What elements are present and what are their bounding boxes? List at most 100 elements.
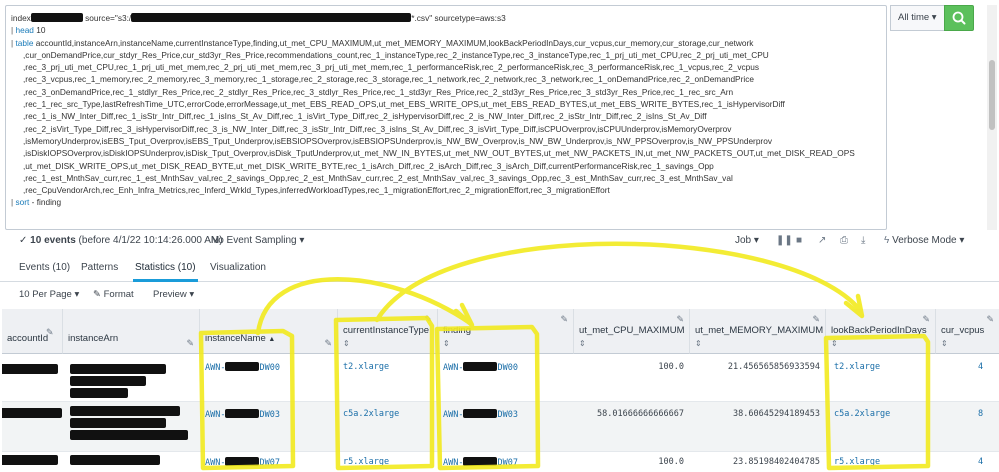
export-icon[interactable]: ⤓ [861, 235, 865, 246]
search-icon [952, 11, 966, 25]
results-tabs: Events (10) Patterns Statistics (10) Vis… [0, 256, 999, 282]
per-page-dropdown[interactable]: 10 Per Page ▾ [19, 289, 79, 300]
memory-max-cell[interactable]: 23.85198402404785 [690, 457, 820, 467]
search-line-table-cont: ,rec_1_est_MnthSav_curr,rec_1_est_MnthSa… [23, 172, 733, 183]
search-line-table-cont: ,rec_2_isVirt_Type_Diff,rec_3_isHypervis… [23, 123, 732, 134]
edit-column-icon[interactable]: ✎ [812, 314, 820, 325]
redaction [70, 388, 128, 398]
redaction [70, 455, 160, 465]
tab-visualization[interactable]: Visualization [210, 262, 266, 273]
vcpus-cell[interactable]: 4 [978, 457, 983, 467]
search-button[interactable] [944, 5, 974, 31]
vcpus-cell[interactable]: 8 [978, 409, 983, 419]
search-scrollbar[interactable] [987, 5, 997, 230]
sort-icon: ⇕ [443, 339, 450, 348]
cpu-max-cell[interactable]: 100.0 [574, 362, 684, 372]
column-header-accountId[interactable]: accountId ✎ [2, 309, 63, 354]
instance-type-cell[interactable]: r5.xlarge [343, 457, 389, 467]
instance-name-cell[interactable]: AWN- DW07 [205, 457, 280, 468]
table-row: AWN- DW07 r5.xlarge AWN- DW07 100.0 23.851… [2, 452, 999, 472]
instance-name-cell[interactable]: AWN- DW00 [205, 362, 280, 373]
event-sampling-dropdown[interactable]: No Event Sampling ▾ [211, 235, 304, 246]
lookback-cell[interactable]: t2.xlarge [834, 362, 880, 372]
sort-icon: ⇕ [579, 339, 586, 348]
column-header-lookBackPeriodInDays[interactable]: ✎ lookBackPeriodInDays ⇕ [826, 309, 936, 354]
redaction [70, 376, 146, 386]
search-query-editor[interactable]: index source="s3:/*.csv" sourcetype=aws:… [5, 5, 887, 230]
format-button[interactable]: ✎ Format [93, 289, 134, 300]
column-header-memory-max[interactable]: ✎ ut_met_MEMORY_MAXIMUM ⇕ [690, 309, 826, 354]
redaction [131, 13, 412, 22]
edit-column-icon[interactable]: ✎ [186, 338, 194, 349]
finding-cell[interactable]: AWN- DW07 [443, 457, 518, 468]
pencil-icon: ✎ [93, 289, 101, 300]
table-row: AWN- DW00 t2.xlarge AWN- DW00 100.0 21.456… [2, 354, 999, 402]
finding-cell[interactable]: AWN- DW03 [443, 409, 518, 420]
edit-column-icon[interactable]: ✎ [986, 314, 994, 325]
edit-column-icon[interactable]: ✎ [560, 314, 568, 325]
search-line-table-cont: ,rec_CpuVendorArch,rec_Enh_Infra_Metrics… [23, 185, 610, 196]
search-line-table-cont: ,isMemoryUnderprov,isEBS_Tput_Overprov,i… [23, 135, 772, 146]
redaction [70, 406, 180, 416]
search-line-head: | head 10 [11, 25, 46, 36]
search-line-sort: | sort - finding [11, 197, 62, 208]
cpu-max-cell[interactable]: 58.01666666666667 [574, 409, 684, 419]
verbose-icon: ϟ [884, 235, 890, 246]
time-range-picker[interactable]: All time ▾ [890, 5, 944, 31]
job-menu[interactable]: Job ▾ [735, 235, 759, 246]
search-line-table-cont: ,ut_met_DISK_WRITE_OPS,ut_met_DISK_READ_… [23, 160, 714, 171]
search-line-source: index source="s3:/*.csv" sourcetype=aws:… [11, 13, 506, 23]
instance-name-cell[interactable]: AWN- DW03 [205, 409, 280, 420]
vcpus-cell[interactable]: 4 [978, 362, 983, 372]
lookback-cell[interactable]: c5a.2xlarge [834, 409, 890, 419]
redaction [30, 13, 83, 22]
column-header-cur-vcpus[interactable]: ✎ cur_vcpus ⇕ [936, 309, 999, 354]
column-header-finding[interactable]: ✎ finding ⇕ [438, 309, 574, 354]
column-header-instanceArn[interactable]: instanceArn ✎ [63, 309, 200, 354]
preview-dropdown[interactable]: Preview ▾ [153, 289, 194, 300]
search-line-table-cont: ,rec_3_onDemandPrice,rec_1_stdlyr_Res_Pr… [23, 86, 734, 97]
sort-icon: ⇕ [695, 339, 702, 348]
sort-icon: ⇕ [831, 339, 838, 348]
redaction [70, 364, 166, 374]
verbose-mode-dropdown[interactable]: ϟ Verbose Mode ▾ [884, 235, 964, 246]
sort-icon: ⇕ [941, 339, 948, 348]
job-status-bar: ✓ 10 events (before 4/1/22 10:14:26.000 … [0, 232, 999, 252]
tab-patterns[interactable]: Patterns [81, 262, 118, 273]
instance-type-cell[interactable]: c5a.2xlarge [343, 409, 399, 419]
redaction [70, 418, 166, 428]
sort-ascending-icon: ▲ [268, 336, 276, 343]
edit-column-icon[interactable]: ✎ [324, 338, 332, 349]
search-line-table-cont: ,rec_1_is_NW_Inter_Diff,rec_1_isStr_Intr… [23, 111, 707, 122]
column-header-cpu-max[interactable]: ✎ ut_met_CPU_MAXIMUM ⇕ [574, 309, 690, 354]
finding-cell[interactable]: AWN- DW00 [443, 362, 518, 373]
share-icon[interactable]: ↗ [818, 235, 826, 246]
sort-icon: ⇕ [343, 339, 350, 348]
event-count: ✓ 10 events (before 4/1/22 10:14:26.000 … [19, 235, 223, 246]
results-table: accountId ✎ instanceArn ✎ instanceName ▲… [2, 309, 999, 472]
table-toolbar: 10 Per Page ▾ ✎ Format Preview ▾ [0, 286, 999, 304]
column-header-currentInstanceType[interactable]: ✎ currentInstanceType ⇕ [338, 309, 438, 354]
redaction [70, 430, 188, 440]
stop-icon[interactable]: ■ [796, 235, 802, 246]
redaction [2, 455, 58, 465]
edit-column-icon[interactable]: ✎ [922, 314, 930, 325]
scrollbar-thumb[interactable] [989, 60, 995, 130]
table-row: AWN- DW03 c5a.2xlarge AWN- DW03 58.0166666… [2, 402, 999, 452]
lookback-cell[interactable]: r5.xlarge [834, 457, 880, 467]
cpu-max-cell[interactable]: 100.0 [574, 457, 684, 467]
memory-max-cell[interactable]: 38.60645294189453 [690, 409, 820, 419]
edit-column-icon[interactable]: ✎ [676, 314, 684, 325]
tab-events[interactable]: Events (10) [19, 262, 70, 273]
edit-column-icon[interactable]: ✎ [424, 314, 432, 325]
column-header-instanceName[interactable]: instanceName ▲ ✎ [200, 309, 338, 354]
search-line-table-cont: ,rec_1_rec_src_Type,lastRefreshTime_UTC,… [23, 99, 785, 110]
search-line-table-cont: ,rec_3_vcpus,rec_1_memory,rec_2_memory,r… [23, 74, 754, 85]
tab-statistics[interactable]: Statistics (10) [133, 262, 198, 282]
memory-max-cell[interactable]: 21.456565856933594 [690, 362, 820, 372]
instance-type-cell[interactable]: t2.xlarge [343, 362, 389, 372]
pause-icon[interactable]: ❚❚ [776, 235, 793, 246]
edit-column-icon[interactable]: ✎ [46, 327, 54, 338]
redaction [2, 408, 62, 418]
print-icon[interactable]: ⎙ [840, 235, 848, 246]
